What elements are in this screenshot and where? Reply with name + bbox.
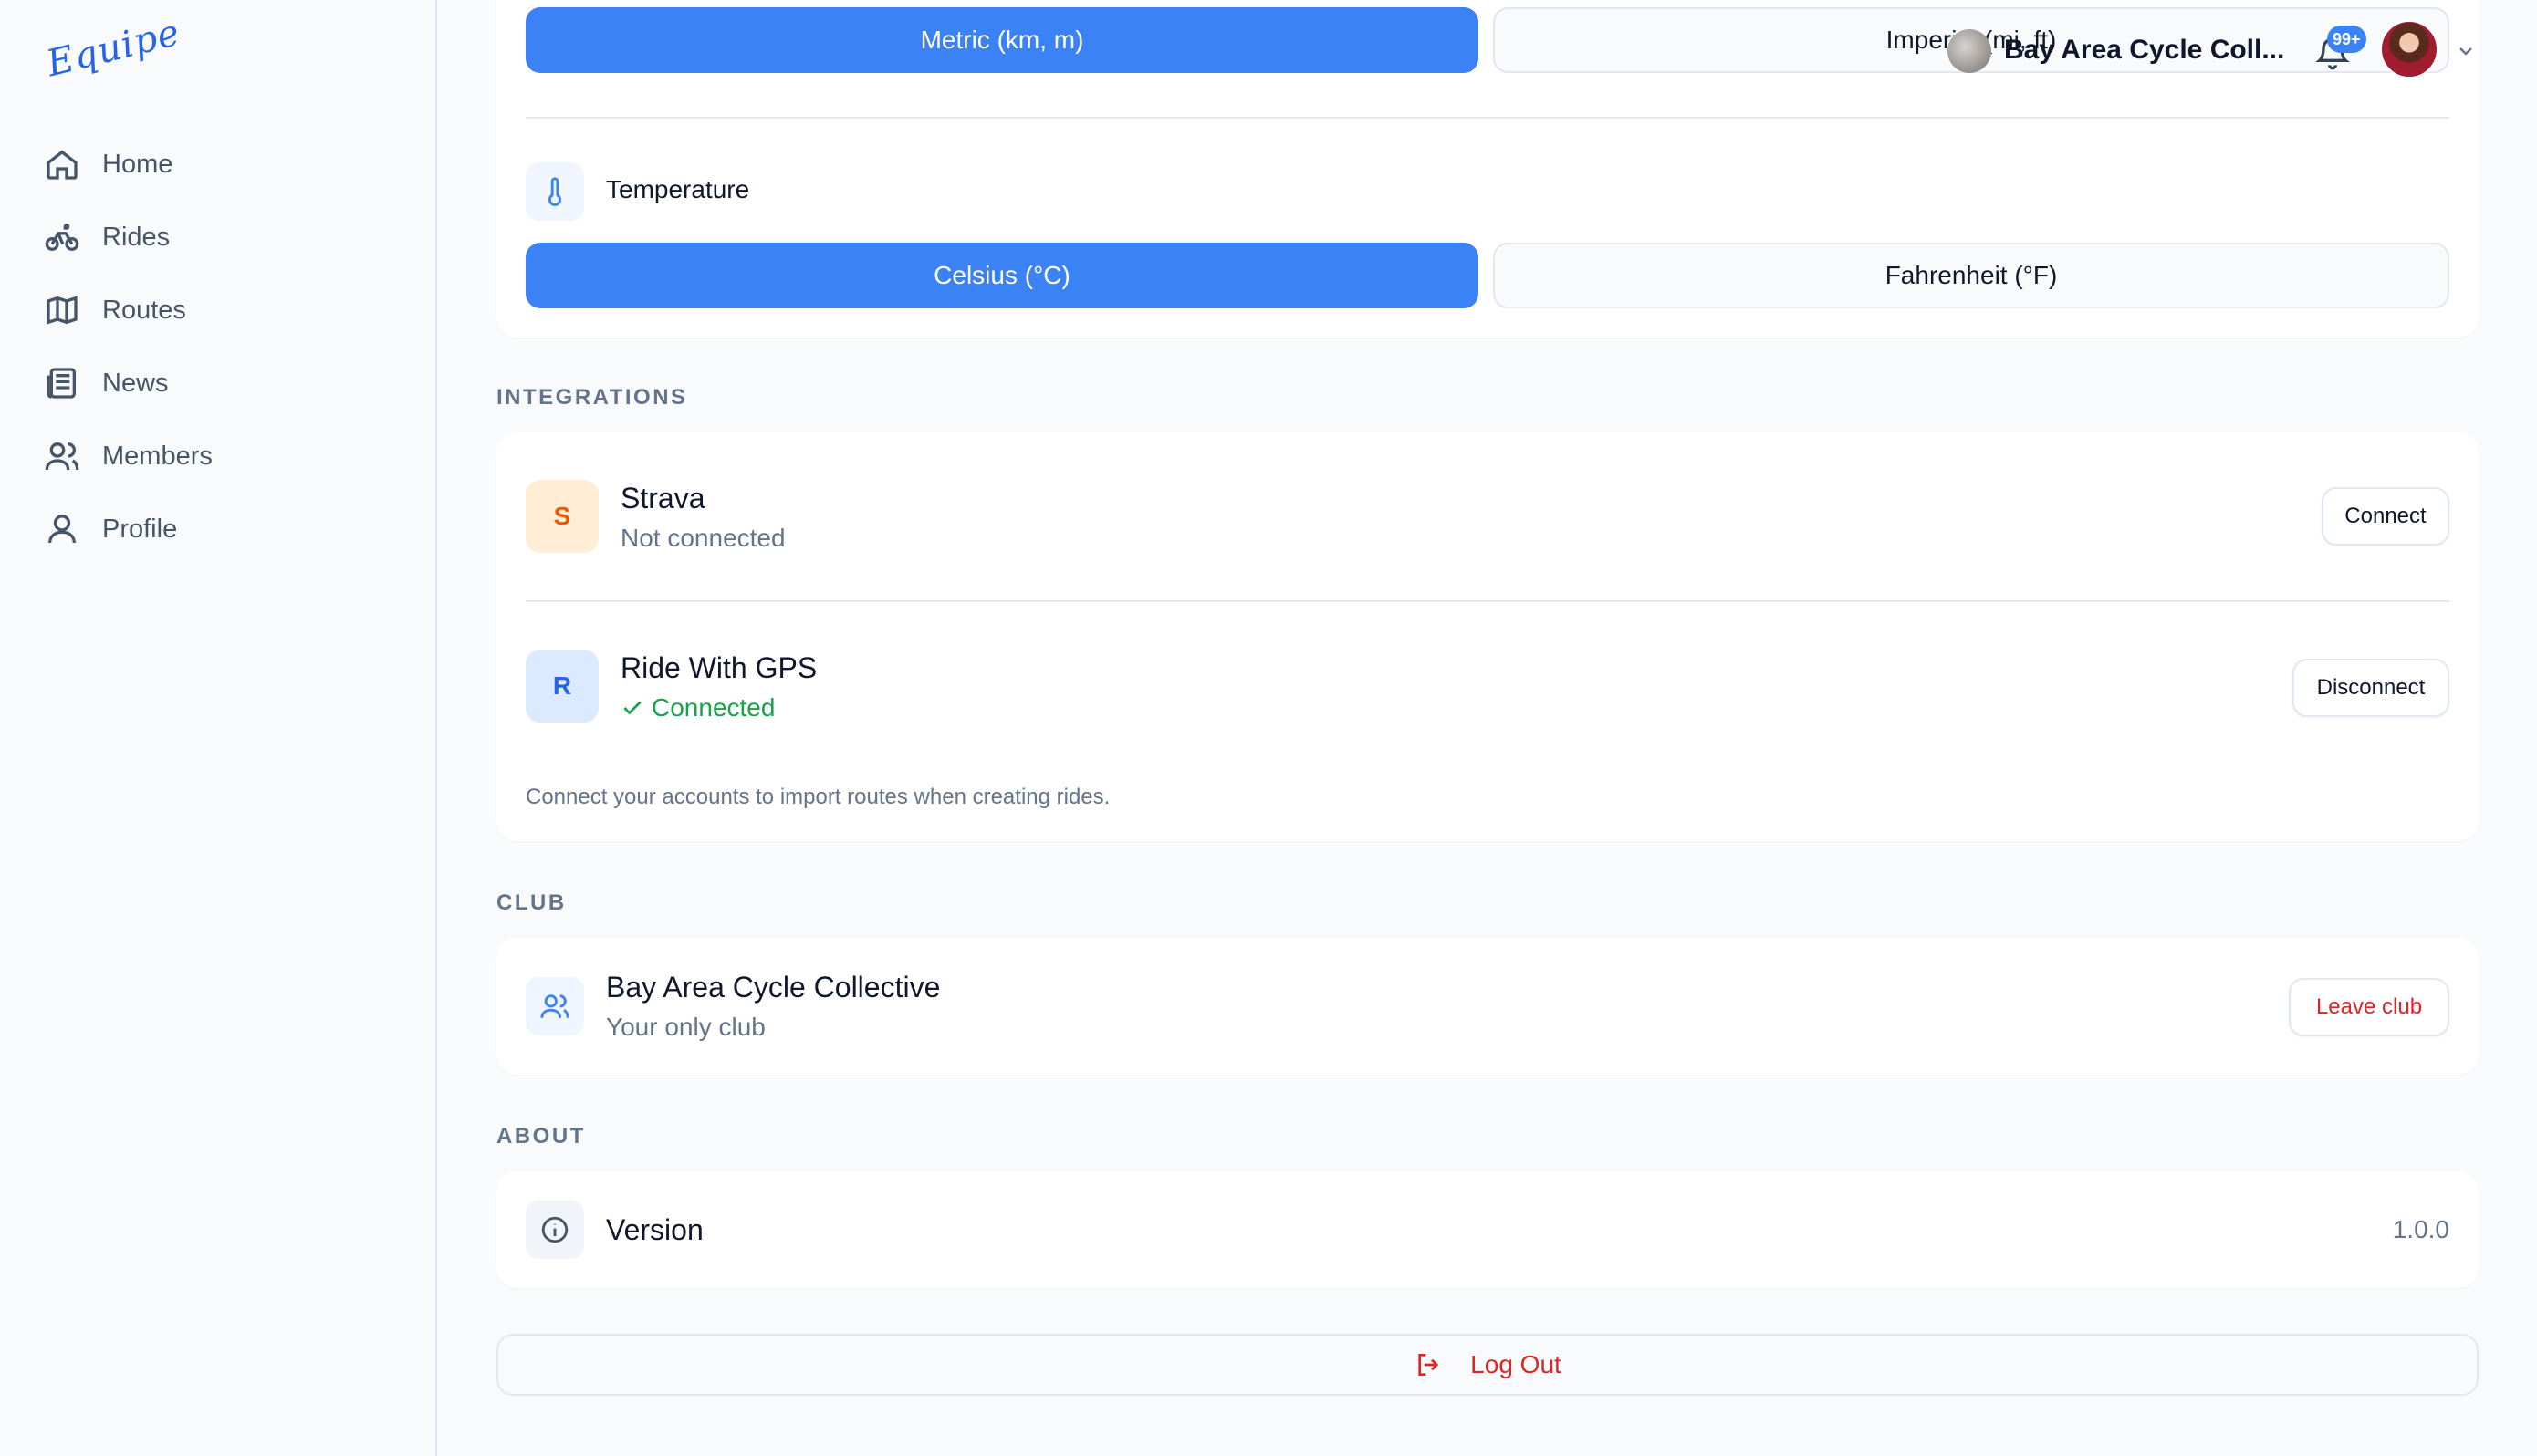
club-card: Bay Area Cycle Collective Your only club… [496, 938, 2479, 1075]
sidebar-item-rides[interactable]: Rides [0, 201, 435, 274]
strava-initial: S [553, 502, 571, 530]
notification-badge: 99+ [2327, 26, 2366, 53]
leave-club-button[interactable]: Leave club [2289, 978, 2449, 1036]
ridewithgps-status: Connected [621, 693, 775, 723]
thermometer-icon [548, 177, 562, 206]
check-icon [623, 701, 642, 715]
club-subtitle: Your only club [606, 1013, 766, 1041]
metric-option[interactable]: Metric (km, m) [526, 7, 1478, 73]
ridewithgps-disconnect-button[interactable]: Disconnect [2292, 659, 2449, 717]
about-card: Version 1.0.0 [496, 1171, 2479, 1288]
sidebar-item-news[interactable]: News [0, 347, 435, 420]
temperature-icon-box [526, 162, 584, 221]
strava-connect-button[interactable]: Connect [2322, 487, 2449, 546]
integrations-divider [526, 600, 2449, 602]
logout-label: Log Out [1470, 1350, 1561, 1378]
integrations-section-label: INTEGRATIONS [496, 385, 688, 410]
newspaper-icon [47, 368, 77, 399]
club-section-label: CLUB [496, 890, 567, 915]
strava-connect-label: Connect [2344, 504, 2427, 528]
about-section-label: ABOUT [496, 1124, 586, 1149]
sidebar-item-home[interactable]: Home [0, 128, 435, 201]
ridewithgps-initial: R [552, 671, 572, 700]
version-value: 1.0.0 [2392, 1215, 2449, 1243]
home-icon [47, 150, 78, 180]
user-avatar[interactable] [2380, 20, 2438, 78]
sidebar-item-label: Rides [102, 222, 171, 252]
users-icon [45, 442, 79, 471]
club-avatar[interactable] [1947, 29, 1991, 73]
sidebar-nav: Home Rides Routes News Members Profile [0, 128, 435, 566]
bicycle-icon [45, 224, 79, 251]
sidebar-item-routes[interactable]: Routes [0, 274, 435, 347]
user-menu-toggle[interactable] [2455, 40, 2477, 62]
club-switcher-name[interactable]: Bay Area Cycle Coll... [2004, 35, 2284, 66]
sidebar: Equipe Home Rides Routes News Members Pr… [0, 0, 437, 1456]
sidebar-item-label: Profile [102, 514, 178, 544]
logout-button[interactable]: Log Out [496, 1334, 2479, 1396]
celsius-option-label: Celsius (°C) [934, 261, 1070, 289]
leave-club-label: Leave club [2315, 994, 2423, 1019]
fahrenheit-option-label: Fahrenheit (°F) [1884, 261, 2058, 289]
info-icon [541, 1216, 569, 1243]
users-icon [540, 994, 569, 1018]
sidebar-item-label: Routes [102, 295, 186, 325]
ridewithgps-status-label: Connected [652, 693, 776, 722]
sidebar-item-label: Home [102, 149, 173, 179]
chevron-down-icon [2459, 47, 2472, 56]
celsius-option[interactable]: Celsius (°C) [526, 243, 1478, 308]
strava-status: Not connected [621, 524, 786, 552]
sidebar-item-members[interactable]: Members [0, 420, 435, 493]
fahrenheit-option[interactable]: Fahrenheit (°F) [1493, 243, 2449, 308]
temperature-title: Temperature [606, 175, 750, 203]
strava-name: Strava [621, 482, 705, 515]
club-icon-box [526, 977, 584, 1035]
units-divider [526, 117, 2449, 119]
sidebar-item-label: News [102, 368, 169, 398]
ridewithgps-disconnect-label: Disconnect [2316, 675, 2426, 700]
user-icon [48, 515, 76, 544]
metric-option-label: Metric (km, m) [920, 26, 1084, 54]
strava-logo: S [526, 480, 599, 553]
map-icon [47, 296, 78, 325]
club-name: Bay Area Cycle Collective [606, 971, 941, 1004]
info-icon-box [526, 1201, 584, 1259]
app-logo[interactable]: Equipe [43, 12, 184, 86]
integrations-card: S Strava Not connected Connect R Ride Wi… [496, 432, 2479, 841]
integrations-footnote: Connect your accounts to import routes w… [526, 785, 1111, 809]
version-label: Version [606, 1213, 704, 1246]
sidebar-item-profile[interactable]: Profile [0, 493, 435, 566]
ridewithgps-name: Ride With GPS [621, 651, 818, 684]
logout-icon [1418, 1354, 1439, 1376]
sidebar-item-label: Members [102, 441, 213, 471]
ridewithgps-logo: R [526, 650, 599, 723]
app-root: Equipe Home Rides Routes News Members Pr… [0, 0, 2537, 1456]
